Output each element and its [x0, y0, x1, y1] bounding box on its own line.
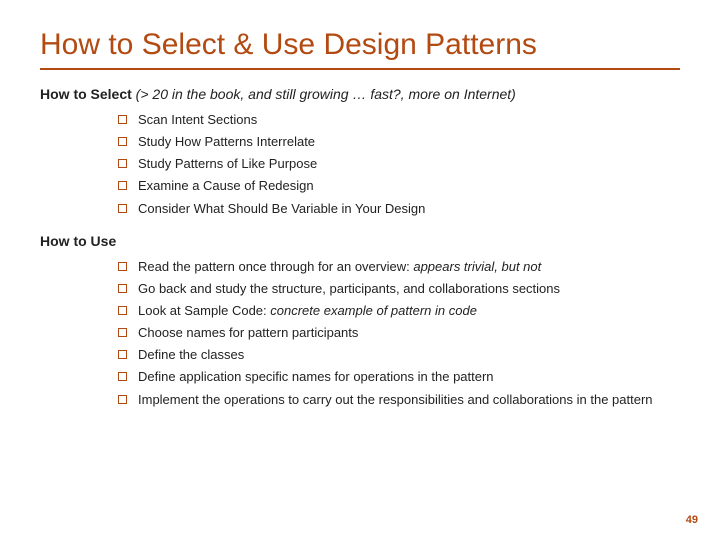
list-item-text: Look at Sample Code: — [138, 303, 270, 318]
list-item: Study How Patterns Interrelate — [118, 132, 680, 152]
list-item-text: Choose names for pattern participants — [138, 325, 358, 340]
section-heading-bold: How to Use — [40, 233, 116, 249]
list-item: Scan Intent Sections — [118, 110, 680, 130]
list-item: Consider What Should Be Variable in Your… — [118, 199, 680, 219]
slide: How to Select & Use Design Patterns How … — [0, 0, 720, 540]
list-item-text: Consider What Should Be Variable in Your… — [138, 201, 425, 216]
list-item: Examine a Cause of Redesign — [118, 176, 680, 196]
list-item: Study Patterns of Like Purpose — [118, 154, 680, 174]
list-item-text: Study Patterns of Like Purpose — [138, 156, 317, 171]
list-item-italic: appears trivial, but not — [413, 259, 541, 274]
section-heading-sub: (> 20 in the book, and still growing … f… — [132, 86, 516, 102]
list-item-text: Scan Intent Sections — [138, 112, 257, 127]
list-item: Go back and study the structure, partici… — [118, 279, 680, 299]
section-heading-bold: How to Select — [40, 86, 132, 102]
use-list: Read the pattern once through for an ove… — [118, 257, 680, 410]
list-item: Read the pattern once through for an ove… — [118, 257, 680, 277]
section-heading-use: How to Use — [40, 233, 680, 249]
page-title: How to Select & Use Design Patterns — [40, 28, 680, 70]
list-item-text: Study How Patterns Interrelate — [138, 134, 315, 149]
list-item-text: Examine a Cause of Redesign — [138, 178, 314, 193]
list-item: Define application specific names for op… — [118, 367, 680, 387]
page-number: 49 — [686, 514, 698, 526]
list-item: Look at Sample Code: concrete example of… — [118, 301, 680, 321]
select-list: Scan Intent Sections Study How Patterns … — [118, 110, 680, 219]
section-heading-select: How to Select (> 20 in the book, and sti… — [40, 86, 680, 102]
list-item-text: Implement the operations to carry out th… — [138, 392, 653, 407]
list-item-text: Define application specific names for op… — [138, 369, 494, 384]
list-item-text: Go back and study the structure, partici… — [138, 281, 560, 296]
list-item: Implement the operations to carry out th… — [118, 390, 680, 410]
list-item-italic: concrete example of pattern in code — [270, 303, 477, 318]
list-item: Define the classes — [118, 345, 680, 365]
list-item: Choose names for pattern participants — [118, 323, 680, 343]
list-item-text: Define the classes — [138, 347, 244, 362]
list-item-text: Read the pattern once through for an ove… — [138, 259, 413, 274]
